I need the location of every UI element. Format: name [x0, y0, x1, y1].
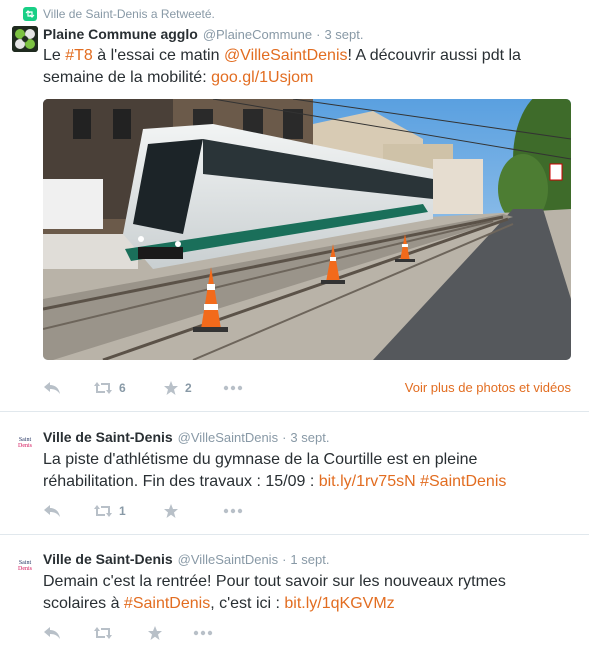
username[interactable]: @VilleSaintDenis: [178, 552, 278, 567]
more-icon: [223, 508, 243, 514]
avatar-logo-text: Denis: [18, 566, 32, 572]
tweet[interactable]: Ville de Saint-Denis a Retweeté. Plaine …: [0, 0, 589, 412]
tram-photo[interactable]: [43, 99, 571, 360]
retweet-button[interactable]: 1: [93, 504, 163, 518]
favorite-button[interactable]: 2: [163, 380, 223, 396]
fullname[interactable]: Ville de Saint-Denis: [43, 551, 173, 567]
mention-link[interactable]: @VilleSaintDenis: [224, 47, 348, 64]
reply-icon: [44, 382, 60, 394]
tweet-text: La piste d'athlétisme du gymnase de la C…: [43, 449, 523, 493]
retweet-icon: [94, 627, 112, 639]
fullname[interactable]: Plaine Commune agglo: [43, 26, 198, 42]
reply-button[interactable]: [43, 381, 93, 395]
tweet-text-segment: Le: [43, 47, 66, 64]
avatar-logo-text: Denis: [18, 443, 32, 449]
separator: ·: [282, 552, 287, 567]
url-link[interactable]: bit.ly/1rv75sN: [319, 473, 416, 490]
retweet-context: Ville de Saint-Denis a Retweeté.: [23, 6, 215, 22]
favorite-button[interactable]: [147, 625, 193, 641]
retweet-button[interactable]: 6: [93, 381, 163, 395]
view-more-photos-link[interactable]: Voir plus de photos et vidéos: [405, 380, 571, 395]
tweet-header: Plaine Commune agglo @PlaineCommune · 3 …: [43, 26, 364, 44]
url-link[interactable]: bit.ly/1qKGVMz: [284, 595, 394, 612]
hashtag-link[interactable]: #T8: [65, 47, 93, 64]
reply-button[interactable]: [43, 504, 93, 518]
retweet-badge-icon: [23, 7, 37, 21]
tweet-text-segment: , c'est ici :: [210, 595, 285, 612]
tweet-text: Demain c'est la rentrée! Pour tout savoi…: [43, 571, 523, 615]
star-icon: [164, 504, 178, 518]
tweet-header: Ville de Saint-Denis @VilleSaintDenis · …: [43, 551, 329, 569]
avatar[interactable]: Saint Denis: [12, 430, 38, 456]
username[interactable]: @PlaineCommune: [203, 27, 312, 42]
retweet-icon: [94, 505, 112, 517]
tweet-actions: 1: [43, 502, 263, 520]
tweet-text-segment: à l'essai ce matin: [92, 47, 224, 64]
retweet-count: 1: [119, 504, 126, 518]
retweet-button[interactable]: [93, 626, 147, 640]
more-icon: [223, 385, 243, 391]
favorite-button[interactable]: [163, 503, 223, 519]
reply-button[interactable]: [43, 626, 93, 640]
tweet-actions: [43, 624, 233, 642]
more-button[interactable]: [193, 630, 233, 636]
tweet-text: Le #T8 à l'essai ce matin @VilleSaintDen…: [43, 45, 573, 89]
url-link[interactable]: goo.gl/1Usjom: [211, 69, 313, 86]
more-button[interactable]: [223, 508, 263, 514]
avatar[interactable]: [12, 26, 38, 52]
timestamp[interactable]: 3 sept.: [290, 430, 329, 445]
tweet-actions: 6 2: [43, 379, 263, 397]
separator: ·: [282, 430, 287, 445]
tweet[interactable]: Saint Denis Ville de Saint-Denis @VilleS…: [0, 536, 589, 648]
favorite-count: 2: [185, 381, 192, 395]
retweet-context-text: Ville de Saint-Denis a Retweeté.: [43, 7, 215, 21]
more-icon: [193, 630, 213, 636]
tweet[interactable]: Saint Denis Ville de Saint-Denis @VilleS…: [0, 413, 589, 535]
reply-icon: [44, 505, 60, 517]
fullname[interactable]: Ville de Saint-Denis: [43, 429, 173, 445]
timestamp[interactable]: 3 sept.: [324, 27, 363, 42]
avatar[interactable]: Saint Denis: [12, 553, 38, 579]
tweet-header: Ville de Saint-Denis @VilleSaintDenis · …: [43, 429, 329, 447]
star-icon: [148, 626, 162, 640]
reply-icon: [44, 627, 60, 639]
hashtag-link[interactable]: #SaintDenis: [124, 595, 210, 612]
hashtag-link[interactable]: #SaintDenis: [420, 473, 506, 490]
more-button[interactable]: [223, 385, 263, 391]
retweet-icon: [94, 382, 112, 394]
retweet-count: 6: [119, 381, 126, 395]
separator: ·: [316, 27, 321, 42]
star-icon: [164, 381, 178, 395]
username[interactable]: @VilleSaintDenis: [178, 430, 278, 445]
timestamp[interactable]: 1 sept.: [290, 552, 329, 567]
